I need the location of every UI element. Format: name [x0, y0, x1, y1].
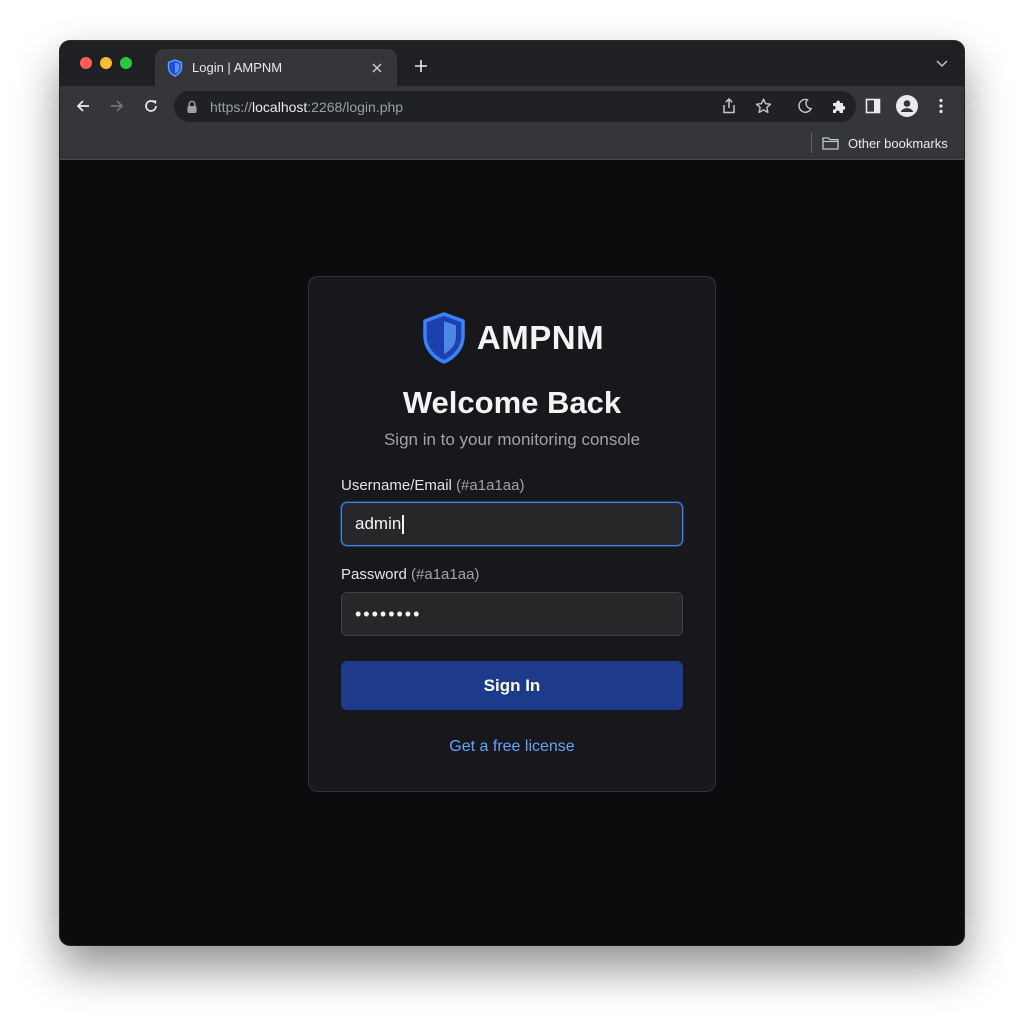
folder-icon [822, 136, 839, 150]
shield-icon [167, 58, 183, 77]
brand-name: AMPNM [476, 319, 605, 356]
forward-arrow-icon[interactable] [105, 94, 129, 118]
password-label-hint: (#a1a1aa) [411, 566, 480, 583]
profile-avatar-icon[interactable] [895, 94, 919, 118]
sign-in-button[interactable]: Sign In [341, 661, 683, 710]
bookmark-star-icon[interactable] [752, 95, 774, 117]
other-bookmarks-button[interactable]: Other bookmarks [822, 133, 948, 153]
brand-logo: AMPNM [309, 311, 715, 365]
new-tab-plus-icon[interactable] [410, 55, 432, 77]
page-title: Welcome Back [402, 385, 622, 420]
moon-icon[interactable] [793, 94, 817, 118]
extensions-puzzle-icon[interactable] [827, 94, 851, 118]
more-menu-icon[interactable] [929, 94, 953, 118]
free-license-link[interactable]: Get a free license [309, 738, 715, 756]
url-text: https://localhost:2268/login.php [210, 98, 404, 115]
page-content: AMPNM Welcome Back Sign in to your monit… [60, 161, 964, 945]
username-input[interactable]: admin [341, 502, 683, 546]
side-panel-icon[interactable] [861, 94, 885, 118]
chevron-down-icon[interactable] [934, 56, 950, 72]
share-icon[interactable] [718, 95, 740, 117]
back-arrow-icon[interactable] [71, 94, 95, 118]
bookmarks-divider [811, 133, 812, 153]
password-input[interactable]: •••••••• [341, 592, 683, 636]
tab-title: Login | AMPNM [192, 60, 283, 75]
shield-logo-icon [420, 311, 468, 365]
tab-close-icon[interactable] [367, 58, 387, 78]
text-caret [402, 514, 404, 534]
address-bar[interactable]: https://localhost:2268/login.php [174, 91, 856, 122]
other-bookmarks-label: Other bookmarks [848, 135, 948, 151]
bookmarks-bar: Other bookmarks [60, 126, 964, 160]
reload-icon[interactable] [139, 94, 163, 118]
close-window-button[interactable] [80, 57, 92, 69]
minimize-window-button[interactable] [100, 57, 112, 69]
browser-toolbar: https://localhost:2268/login.php [60, 86, 964, 126]
browser-window: Login | AMPNM https://localhost:2268/log… [60, 41, 964, 945]
username-label: Username/Email (#a1a1aa) [341, 477, 525, 494]
password-label: Password (#a1a1aa) [341, 566, 480, 583]
page-subtitle: Sign in to your monitoring console [383, 430, 641, 449]
tab-strip: Login | AMPNM [60, 41, 964, 86]
login-card: AMPNM Welcome Back Sign in to your monit… [308, 276, 716, 792]
maximize-window-button[interactable] [120, 57, 132, 69]
username-label-hint: (#a1a1aa) [456, 477, 525, 494]
lock-icon[interactable] [186, 100, 198, 114]
browser-tab[interactable]: Login | AMPNM [155, 49, 397, 86]
